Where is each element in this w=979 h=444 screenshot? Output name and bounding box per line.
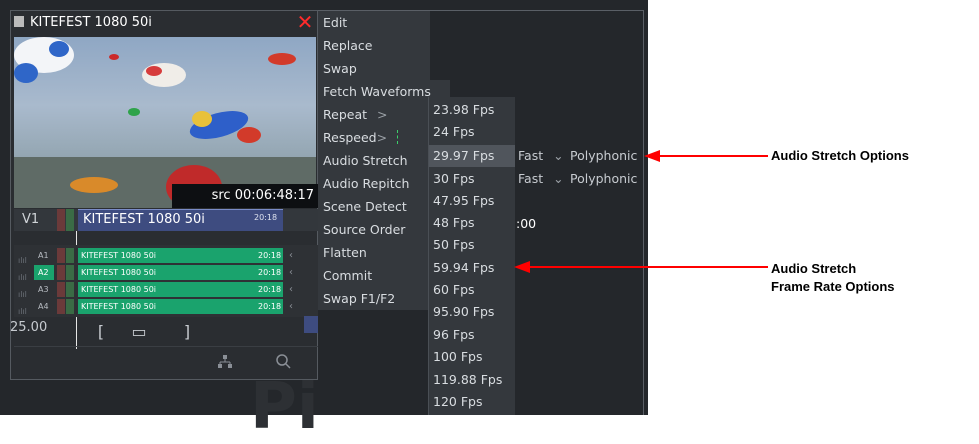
source-timecode: src 00:06:48:17 — [172, 184, 318, 208]
menu-item-label: Respeed — [323, 130, 377, 145]
video-clip-name: KITEFEST 1080 50i — [83, 212, 205, 227]
menu-item-audio-stretch[interactable]: Audio Stretch — [318, 149, 428, 172]
menu-item-repeat[interactable]: Repeat > — [318, 103, 428, 126]
fps-option[interactable]: 50 Fps — [433, 234, 475, 256]
chevron-down-icon: ⌄ — [553, 148, 564, 163]
audio-clip-name: KITEFEST 1080 50i — [81, 268, 157, 277]
menu-item-flatten[interactable]: Flatten — [318, 241, 428, 264]
fps-option[interactable]: 119.88 Fps — [433, 369, 502, 391]
fps-option-highlighted[interactable]: 29.97 Fps — [429, 145, 515, 167]
annotation-frame-rate-line1: Audio Stretch — [771, 261, 857, 276]
fps-option[interactable]: 30 Fps — [433, 168, 475, 190]
repitch-speed-value: Fast — [518, 171, 544, 186]
hierarchy-icon[interactable] — [218, 354, 232, 368]
video-clip-duration: 20:18 — [254, 213, 278, 222]
audio-meter-icon: ılıl — [18, 307, 27, 316]
menu-item-swap-f1f2[interactable]: Swap F1/F2 — [318, 287, 428, 310]
audio-clip-name: KITEFEST 1080 50i — [81, 285, 157, 294]
menu-item-replace[interactable]: Replace — [318, 34, 430, 57]
track-marker — [66, 209, 74, 231]
stretch-mode-value[interactable]: Polyphonic — [570, 145, 637, 167]
fps-option[interactable]: 96 Fps — [433, 324, 475, 346]
background-watermark: Pi — [250, 370, 319, 444]
stretch-speed-dropdown[interactable]: Fast ⌄ — [518, 145, 564, 167]
panel-border-right — [643, 10, 644, 415]
chevron-left-icon[interactable]: ‹ — [289, 248, 293, 263]
menu-item-audio-repitch[interactable]: Audio Repitch — [318, 172, 428, 195]
search-icon[interactable] — [275, 353, 291, 369]
clip-preview-image — [14, 37, 316, 208]
track-marker — [57, 209, 65, 231]
fps-option[interactable]: 120 Fps — [433, 391, 482, 413]
frame-rate-readout: 25.00 — [10, 320, 48, 335]
clip-title-text: KITEFEST 1080 50i — [30, 15, 152, 30]
chevron-right-icon: > — [377, 107, 388, 122]
annotation-arrow-stretch — [644, 150, 768, 162]
audio-clip-duration: 20:18 — [258, 251, 282, 260]
audio-track-label: A3 — [38, 285, 49, 294]
track-marker — [66, 299, 74, 314]
chevron-down-icon: ⌄ — [553, 171, 564, 186]
video-track-label: V1 — [22, 212, 40, 227]
stretch-speed-value: Fast — [518, 148, 544, 163]
track-marker — [57, 248, 65, 263]
menu-item-scene-detect[interactable]: Scene Detect — [318, 195, 428, 218]
film-icon — [14, 16, 24, 27]
partial-timecode: :00 — [516, 216, 537, 231]
annotation-arrow-frame-rate — [514, 261, 768, 273]
audio-track-label: A1 — [38, 251, 49, 260]
repitch-speed-dropdown[interactable]: Fast ⌄ — [518, 168, 564, 190]
menu-item-label: Repeat — [323, 107, 368, 122]
menu-item-commit[interactable]: Commit — [318, 264, 428, 287]
track-marker — [66, 282, 74, 297]
partial-tag — [304, 316, 318, 333]
divider — [14, 346, 318, 347]
track-marker — [57, 282, 65, 297]
mark-out-button[interactable]: ] — [172, 318, 202, 346]
audio-clip-name: KITEFEST 1080 50i — [81, 302, 157, 311]
fps-option[interactable]: 59.94 Fps — [433, 257, 494, 279]
menu-item-respeed[interactable]: Respeed> — [318, 126, 428, 149]
annotation-stretch-options: Audio Stretch Options — [771, 148, 909, 163]
chevron-left-icon[interactable]: ‹ — [289, 282, 293, 297]
track-marker — [57, 265, 65, 280]
annotation-frame-rate-line2: Frame Rate Options — [771, 279, 895, 294]
audio-clip-duration: 20:18 — [258, 285, 282, 294]
chevron-left-icon[interactable]: ‹ — [289, 265, 293, 280]
audio-track-label: A2 — [38, 268, 49, 277]
audio-clip-duration: 20:18 — [258, 302, 282, 311]
menu-item-source-order[interactable]: Source Order — [318, 218, 428, 241]
kite-scene-illustration — [14, 37, 316, 208]
chevron-left-icon[interactable]: ‹ — [289, 299, 293, 314]
chevron-right-icon: > — [376, 130, 388, 145]
fps-option[interactable]: 47.95 Fps — [433, 190, 494, 212]
repitch-mode-value[interactable]: Polyphonic — [570, 168, 637, 190]
fps-option[interactable]: 24 Fps — [433, 121, 475, 143]
fps-option[interactable]: 23.98 Fps — [433, 99, 494, 121]
fps-option[interactable]: 95.90 Fps — [433, 301, 494, 323]
audio-clip-name: KITEFEST 1080 50i — [81, 251, 157, 260]
menu-item-swap[interactable]: Swap — [318, 57, 430, 80]
track-marker — [66, 248, 74, 263]
fps-option[interactable]: 60 Fps — [433, 279, 475, 301]
menu-item-edit[interactable]: Edit — [318, 11, 430, 34]
fps-option[interactable]: 100 Fps — [433, 346, 482, 368]
audio-track-label: A4 — [38, 302, 49, 311]
mark-clip-button[interactable]: ▭ — [124, 318, 154, 346]
close-icon[interactable]: ✕ — [294, 11, 316, 33]
audio-clip-duration: 20:18 — [258, 268, 282, 277]
track-marker — [66, 265, 74, 280]
respeed-marker — [397, 130, 399, 144]
mark-in-button[interactable]: [ — [86, 318, 116, 346]
track-marker — [57, 299, 65, 314]
clip-title: KITEFEST 1080 50i — [14, 12, 152, 34]
fps-option[interactable]: 48 Fps — [433, 212, 475, 234]
